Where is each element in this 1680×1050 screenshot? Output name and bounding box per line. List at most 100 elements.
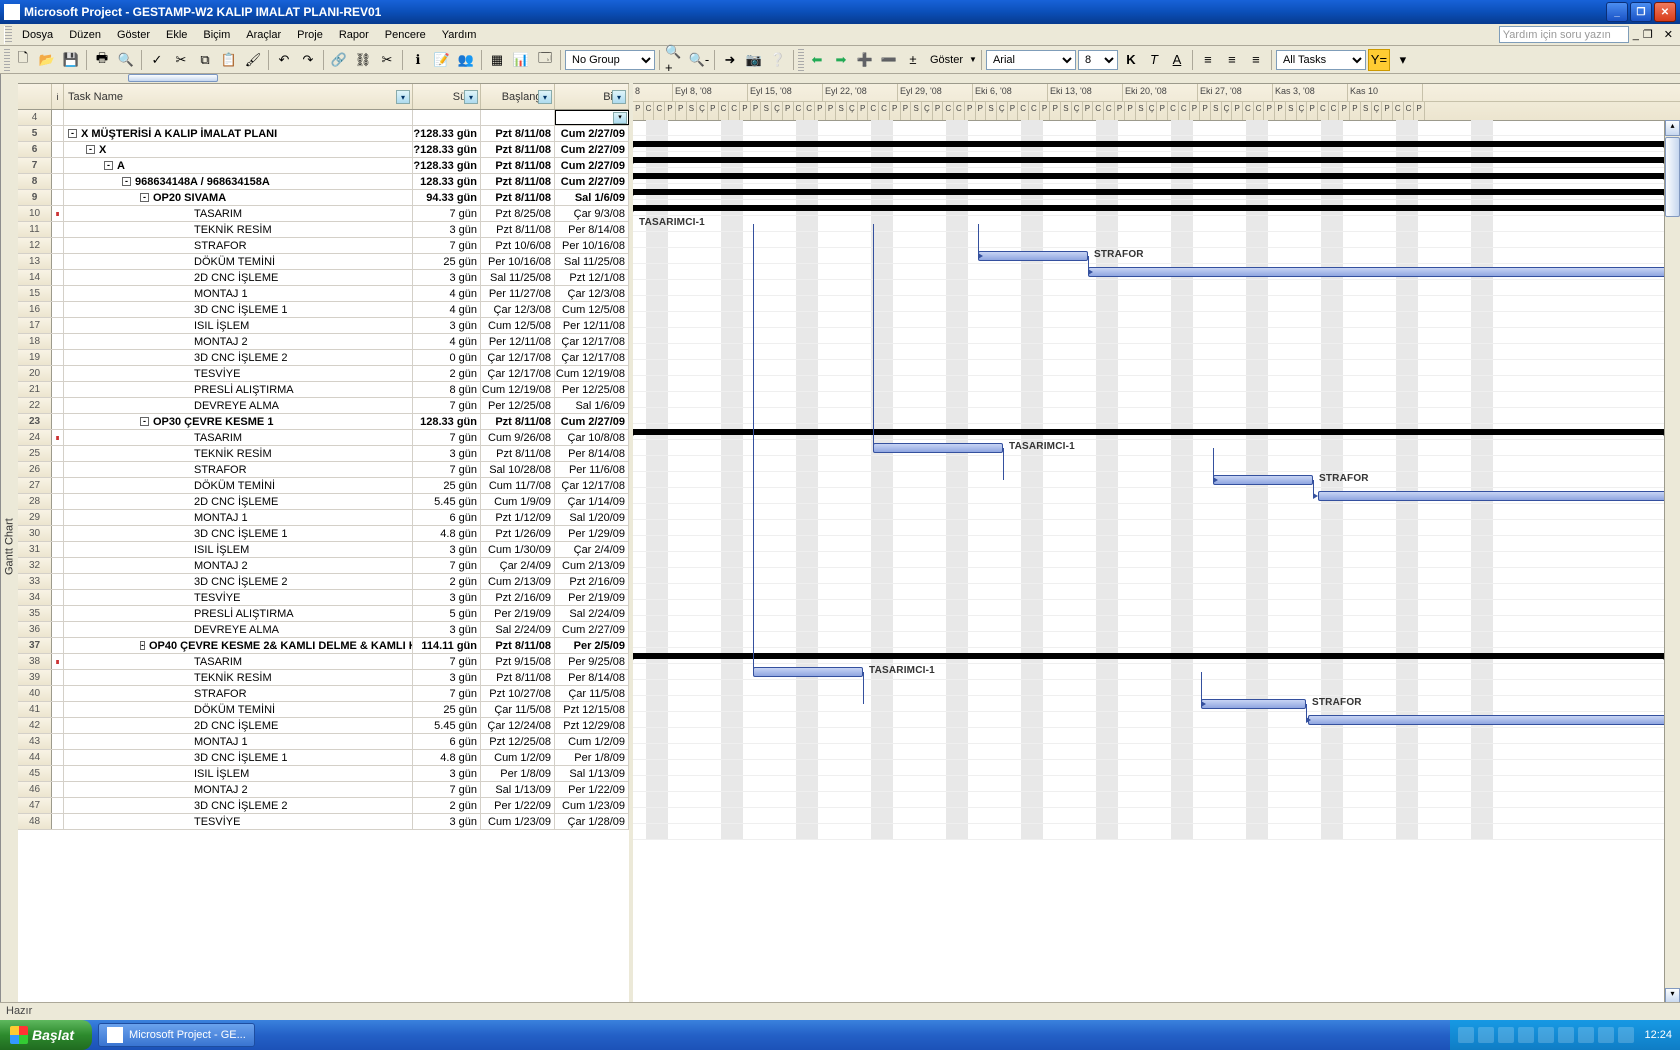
menu-proje[interactable]: Proje [289, 27, 331, 43]
undo-icon[interactable]: ↶ [273, 49, 295, 71]
table-row[interactable]: 17ISIL İŞLEM3 günCum 12/5/08Per 12/11/08 [18, 318, 629, 334]
gantt-row[interactable] [633, 280, 1680, 296]
link-icon[interactable]: 🔗 [328, 49, 350, 71]
copy-icon[interactable]: ⧉ [194, 49, 216, 71]
gantt-row[interactable] [633, 504, 1680, 520]
duration-cell[interactable]: 3 gün [413, 766, 481, 781]
start-cell[interactable]: Sal 2/24/09 [481, 622, 555, 637]
start-cell[interactable]: Per 1/8/09 [481, 766, 555, 781]
gantt-row[interactable] [633, 568, 1680, 584]
duration-cell[interactable]: 5 gün [413, 606, 481, 621]
start-cell[interactable]: Cum 12/5/08 [481, 318, 555, 333]
duration-cell[interactable]: 25 gün [413, 702, 481, 717]
autofilter-icon[interactable]: Y= [1368, 49, 1390, 71]
row-header[interactable]: 22 [18, 398, 52, 413]
taskname-cell[interactable]: DÖKÜM TEMİNİ [64, 254, 413, 269]
finish-cell[interactable]: Cum 12/5/08 [555, 302, 629, 317]
row-header[interactable]: 20 [18, 366, 52, 381]
row-header[interactable]: 15 [18, 286, 52, 301]
print-icon[interactable]: 🖶 [91, 49, 113, 71]
toolbar2-grip[interactable] [798, 49, 804, 71]
table-row[interactable]: 38∎TASARIM7 günPzt 9/15/08Per 9/25/08 [18, 654, 629, 670]
underline-icon[interactable]: A [1166, 49, 1188, 71]
start-cell[interactable]: Çar 12/3/08 [481, 302, 555, 317]
finish-header[interactable]: Bitiş▾ [555, 84, 629, 109]
taskname-cell[interactable]: MONTAJ 1 [64, 510, 413, 525]
start-cell[interactable]: Cum 11/7/08 [481, 478, 555, 493]
start-cell[interactable]: Pzt 8/11/08 [481, 126, 555, 141]
row-header[interactable]: 33 [18, 574, 52, 589]
bold-icon[interactable]: K [1120, 49, 1142, 71]
start-cell[interactable]: Per 12/25/08 [481, 398, 555, 413]
duration-cell[interactable]: 3 gün [413, 814, 481, 829]
duration-cell[interactable]: 6 gün [413, 734, 481, 749]
duration-cell[interactable]: 114.11 gün [413, 638, 481, 653]
show-label[interactable]: Göster [926, 54, 967, 66]
row-header[interactable]: 8 [18, 174, 52, 189]
duration-cell[interactable]: 3 gün [413, 446, 481, 461]
row-header[interactable]: 42 [18, 718, 52, 733]
copy-pic-icon[interactable]: 📷 [743, 49, 765, 71]
finish-cell[interactable]: Çar 12/3/08 [555, 286, 629, 301]
finish-cell[interactable]: Sal 1/6/09 [555, 190, 629, 205]
table-row[interactable]: 41DÖKÜM TEMİNİ25 günÇar 11/5/08Pzt 12/15… [18, 702, 629, 718]
row-header[interactable]: 13 [18, 254, 52, 269]
mdi-restore[interactable]: ❐ [1643, 28, 1653, 41]
start-cell[interactable]: Pzt 9/15/08 [481, 654, 555, 669]
taskname-cell[interactable]: DÖKÜM TEMİNİ [64, 702, 413, 717]
row-header[interactable]: 25 [18, 446, 52, 461]
duration-cell[interactable]: 3 gün [413, 670, 481, 685]
table-row[interactable]: 6-X?128.33 günPzt 8/11/08Cum 2/27/09 [18, 142, 629, 158]
row-header[interactable]: 6 [18, 142, 52, 157]
duration-cell[interactable]: 0 gün [413, 350, 481, 365]
start-cell[interactable]: Pzt 8/11/08 [481, 638, 555, 653]
start-header[interactable]: Başlangıç▾ [481, 84, 555, 109]
gantt-row[interactable] [633, 456, 1680, 472]
row-header[interactable]: 23 [18, 414, 52, 429]
taskname-cell[interactable]: TASARIM [64, 654, 413, 669]
finish-cell[interactable]: Pzt 2/16/09 [555, 574, 629, 589]
start-cell[interactable]: Sal 1/13/09 [481, 782, 555, 797]
row-header[interactable]: 38 [18, 654, 52, 669]
start-cell[interactable]: Pzt 10/27/08 [481, 686, 555, 701]
row-header[interactable]: 47 [18, 798, 52, 813]
pic-icon[interactable]: 🗔 [534, 49, 556, 71]
taskname-cell[interactable]: 3D CNC İŞLEME 2 [64, 350, 413, 365]
table-row[interactable]: 25TEKNİK RESİM3 günPzt 8/11/08Per 8/14/0… [18, 446, 629, 462]
hide-assign-icon[interactable]: ± [902, 49, 924, 71]
table-row[interactable]: 32MONTAJ 27 günÇar 2/4/09Cum 2/13/09 [18, 558, 629, 574]
row-header[interactable]: 37 [18, 638, 52, 653]
table-row[interactable]: 9-OP20 SIVAMA94.33 günPzt 8/11/08Sal 1/6… [18, 190, 629, 206]
finish-cell[interactable]: Sal 1/13/09 [555, 766, 629, 781]
taskname-header[interactable]: Task Name▾ [64, 84, 413, 109]
row-header[interactable]: 11 [18, 222, 52, 237]
unlink-icon[interactable]: ⛓ [352, 49, 374, 71]
finish-cell[interactable]: Pzt 12/15/08 [555, 702, 629, 717]
table-row[interactable]: 46MONTAJ 27 günSal 1/13/09Per 1/22/09 [18, 782, 629, 798]
taskname-cell[interactable]: 3D CNC İŞLEME 1 [64, 750, 413, 765]
finish-cell[interactable]: Çar 1/28/09 [555, 814, 629, 829]
finish-cell[interactable]: Cum 2/27/09 [555, 126, 629, 141]
row-header[interactable]: 5 [18, 126, 52, 141]
row-header[interactable]: 26 [18, 462, 52, 477]
split-icon[interactable]: ✂ [376, 49, 398, 71]
start-cell[interactable]: Per 10/16/08 [481, 254, 555, 269]
taskname-cell[interactable]: ISIL İŞLEM [64, 318, 413, 333]
row-header[interactable]: 7 [18, 158, 52, 173]
gantt-row[interactable] [633, 792, 1680, 808]
task-bar[interactable] [1088, 267, 1680, 277]
start-cell[interactable]: Pzt 1/26/09 [481, 526, 555, 541]
gantt-row[interactable] [633, 584, 1680, 600]
duration-cell[interactable]: 8 gün [413, 382, 481, 397]
start-cell[interactable]: Cum 1/23/09 [481, 814, 555, 829]
finish-cell[interactable]: Cum 2/27/09 [555, 174, 629, 189]
duration-cell[interactable]: 5.45 gün [413, 494, 481, 509]
start-cell[interactable]: Cum 1/2/09 [481, 750, 555, 765]
taskname-cell[interactable]: 2D CNC İŞLEME [64, 270, 413, 285]
outline-toggle-icon[interactable]: - [140, 417, 149, 426]
row-header[interactable]: 16 [18, 302, 52, 317]
taskname-cell[interactable]: MONTAJ 1 [64, 734, 413, 749]
help-search-input[interactable] [1499, 26, 1629, 43]
row-header[interactable]: 43 [18, 734, 52, 749]
tray-icon[interactable] [1478, 1027, 1494, 1043]
